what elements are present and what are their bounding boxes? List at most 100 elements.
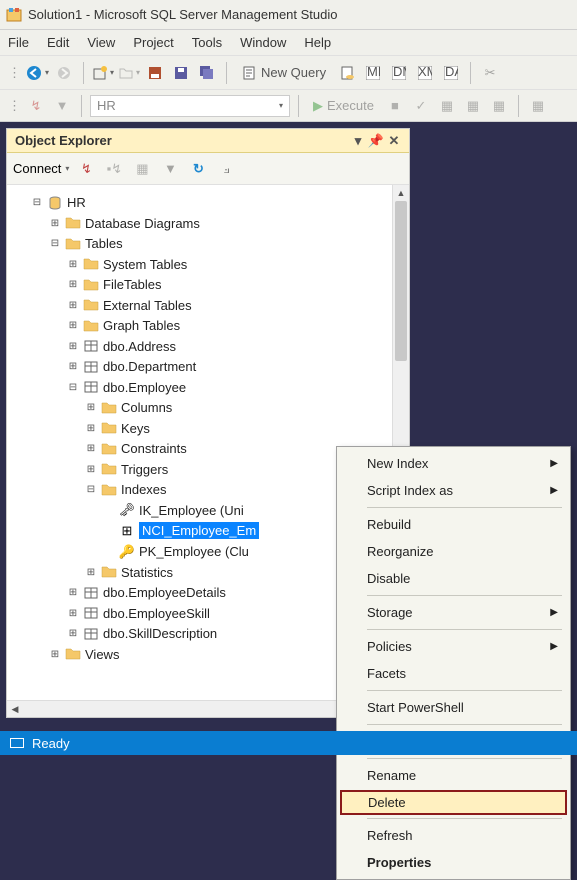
new-query-button[interactable]: New Query [235,61,332,85]
opts1-button[interactable]: ▦ [436,94,458,118]
branch-button[interactable]: ↯ [25,94,47,118]
collapse-icon[interactable]: ⊟ [67,381,79,393]
cm-refresh[interactable]: Refresh [339,822,568,849]
expand-icon[interactable]: ⊞ [67,587,79,599]
menu-project[interactable]: Project [133,35,173,50]
expand-icon[interactable]: ⊞ [49,648,61,660]
panel-menu-icon[interactable]: ▾ [351,133,365,149]
expand-icon[interactable]: ⊞ [67,361,79,373]
stop-button[interactable]: ■ [384,94,406,118]
expand-icon[interactable]: ⊞ [85,443,97,455]
menu-help[interactable]: Help [304,35,331,50]
dmx-button[interactable]: DMX [388,61,410,85]
cm-rename[interactable]: Rename [339,762,568,789]
stop-conn-button[interactable]: ▪↯ [103,157,125,181]
menu-tools[interactable]: Tools [192,35,222,50]
expand-icon[interactable]: ⊞ [67,340,79,352]
expand-icon[interactable]: ⊞ [67,299,79,311]
pin-icon[interactable]: 📌 [369,133,383,149]
opts2-button[interactable]: ▦ [462,94,484,118]
tables-node[interactable]: ⊟Tables [47,235,125,253]
filter-button[interactable]: ▦ [131,157,153,181]
xmla-button[interactable]: XMLA [414,61,436,85]
cm-policies[interactable]: Policies▶ [339,633,568,660]
index-ik-node[interactable]: ·🗝IK_Employee (Uni [101,501,246,519]
scroll-thumb[interactable] [395,201,407,361]
cm-storage[interactable]: Storage▶ [339,599,568,626]
file-tables-node[interactable]: ⊞FileTables [65,276,164,294]
debug-button[interactable]: ▼ [51,94,73,118]
expand-icon[interactable]: ⊞ [67,628,79,640]
disconnect-button[interactable]: ↯ [75,157,97,181]
constraints-node[interactable]: ⊞Constraints [83,440,189,458]
save-disk-button[interactable] [170,61,192,85]
expand-icon[interactable]: ⊞ [49,217,61,229]
cm-new-index[interactable]: New Index▶ [339,450,568,477]
opts3-button[interactable]: ▦ [488,94,510,118]
collapse-icon[interactable]: ⊟ [31,197,43,209]
table-empdetails-node[interactable]: ⊞dbo.EmployeeDetails [65,584,228,602]
table-employee-node[interactable]: ⊟dbo.Employee [65,378,188,396]
db-node[interactable]: ⊟ HR [29,194,88,212]
triggers-node[interactable]: ⊞Triggers [83,460,170,478]
cm-delete[interactable]: Delete [340,790,567,815]
collapse-icon[interactable]: ⊟ [49,238,61,250]
cm-rebuild[interactable]: Rebuild [339,511,568,538]
nav-fwd-button[interactable] [53,61,75,85]
graph-tables-node[interactable]: ⊞Graph Tables [65,317,182,335]
expand-icon[interactable]: ⊞ [67,607,79,619]
connect-button[interactable]: Connect▾ [13,161,69,176]
expand-icon[interactable]: ⊞ [67,279,79,291]
index-pk-node[interactable]: ·🔑PK_Employee (Clu [101,543,251,561]
expand-icon[interactable]: ⊞ [67,258,79,270]
refresh-icon[interactable]: ↻ [187,157,209,181]
cm-script-index-as[interactable]: Script Index as▶ [339,477,568,504]
execute-button[interactable]: ▶Execute [307,94,380,118]
views-node[interactable]: ⊞Views [47,645,121,663]
scroll-left-icon[interactable]: ◀ [7,701,23,717]
table-department-node[interactable]: ⊞dbo.Department [65,358,198,376]
funnel-icon[interactable]: ▼ [159,157,181,181]
activity-icon[interactable]: ⟓ [215,157,237,181]
expand-icon[interactable]: ⊞ [85,566,97,578]
table-address-node[interactable]: ⊞dbo.Address [65,337,178,355]
keys-node[interactable]: ⊞Keys [83,419,152,437]
scroll-up-icon[interactable]: ▲ [393,185,409,201]
database-combo[interactable]: HR▾ [90,95,290,117]
save-button[interactable] [144,61,166,85]
dax-button[interactable]: DAX [440,61,462,85]
cm-properties[interactable]: Properties [339,849,568,876]
expand-icon[interactable]: ⊞ [85,463,97,475]
expand-icon[interactable]: ⊞ [67,320,79,332]
horizontal-scrollbar[interactable]: ◀ ▶ [7,700,392,717]
save-all-button[interactable] [196,61,218,85]
columns-node[interactable]: ⊞Columns [83,399,174,417]
cut-button[interactable]: ✂ [479,61,501,85]
open-button[interactable]: ▾ [118,61,140,85]
menu-window[interactable]: Window [240,35,286,50]
cm-reorganize[interactable]: Reorganize [339,538,568,565]
indexes-node[interactable]: ⊟Indexes [83,481,169,499]
external-tables-node[interactable]: ⊞External Tables [65,296,194,314]
parse-button[interactable]: ✓ [410,94,432,118]
index-nci-node[interactable]: ·⊞NCI_Employee_Em [101,521,261,540]
system-tables-node[interactable]: ⊞System Tables [65,255,189,273]
table-skilldesc-node[interactable]: ⊞dbo.SkillDescription [65,625,219,643]
opts4-button[interactable]: ▦ [527,94,549,118]
expand-icon[interactable]: ⊞ [85,402,97,414]
mdx-button[interactable]: MDX [362,61,384,85]
nav-back-button[interactable]: ▾ [25,61,49,85]
close-icon[interactable]: ✕ [387,133,401,149]
cm-facets[interactable]: Facets [339,660,568,687]
table-empskill-node[interactable]: ⊞dbo.EmployeeSkill [65,604,212,622]
cm-disable[interactable]: Disable [339,565,568,592]
menu-edit[interactable]: Edit [47,35,69,50]
new-project-button[interactable]: ▾ [92,61,114,85]
menu-view[interactable]: View [87,35,115,50]
statistics-node[interactable]: ⊞Statistics [83,563,175,581]
expand-icon[interactable]: ⊞ [85,422,97,434]
cm-start-powershell[interactable]: Start PowerShell [339,694,568,721]
db-query-button[interactable] [336,61,358,85]
db-diagrams-node[interactable]: ⊞Database Diagrams [47,214,202,232]
menu-file[interactable]: File [8,35,29,50]
